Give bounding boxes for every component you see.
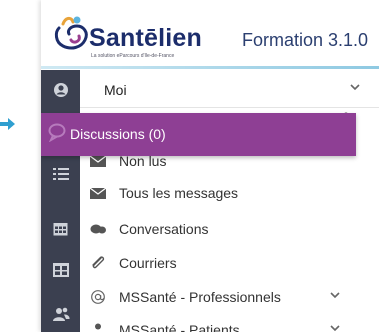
chevron-down-icon[interactable] [329,323,341,332]
menu-item-label: MSSanté - Patients [119,322,240,332]
chevron-down-icon[interactable] [329,290,341,300]
app-panel: Santēlien La solution eParcours d'Ile-de… [41,0,379,332]
chat-bubble-icon [48,123,66,142]
users-icon[interactable] [41,296,80,332]
sidebar [41,70,80,332]
menu-item-mssante-professionnels[interactable]: MSSanté - Professionnels [80,282,379,312]
checklist-icon[interactable] [41,156,80,192]
paperclip-icon [92,256,105,269]
pointer-arrow-icon [0,118,15,130]
menu-item-conversations[interactable]: Conversations [80,214,379,244]
menu-item-courriers[interactable]: Courriers [80,248,379,278]
menu-item-label: Courriers [119,255,177,271]
discussions-menu-item[interactable]: Discussions (0) [41,113,356,156]
menu-item-label: Tous les messages [119,185,239,201]
chevron-down-icon [350,84,360,91]
user-circle-icon[interactable] [41,72,80,108]
header-divider [41,66,379,69]
app-header: Santēlien La solution eParcours d'Ile-de… [41,0,379,69]
chat-bubbles-icon [90,224,106,234]
menu-item-label: Conversations [119,221,209,237]
logo [49,12,93,61]
menu-item-mssante-patients[interactable]: MSSanté - Patients [80,315,379,332]
menu-item-tous-les-messages[interactable]: Tous les messages [80,178,379,208]
discussions-label: Discussions (0) [70,126,166,142]
at-icon [91,290,105,304]
logo-mark-icon [54,16,88,50]
logo-tagline: La solution eParcours d'Ile-de-France [91,53,175,59]
envelope-icon [89,187,107,199]
environment-title: Formation 3.1.0 [242,30,369,50]
user-selector-value: Moi [104,82,127,98]
menu-item-label: MSSanté - Professionnels [119,289,281,305]
calendar-icon[interactable] [41,210,80,246]
logo-text: Santēlien [89,24,202,52]
table-icon[interactable] [41,252,80,288]
person-icon [95,323,101,330]
user-selector[interactable]: Moi [80,70,379,108]
